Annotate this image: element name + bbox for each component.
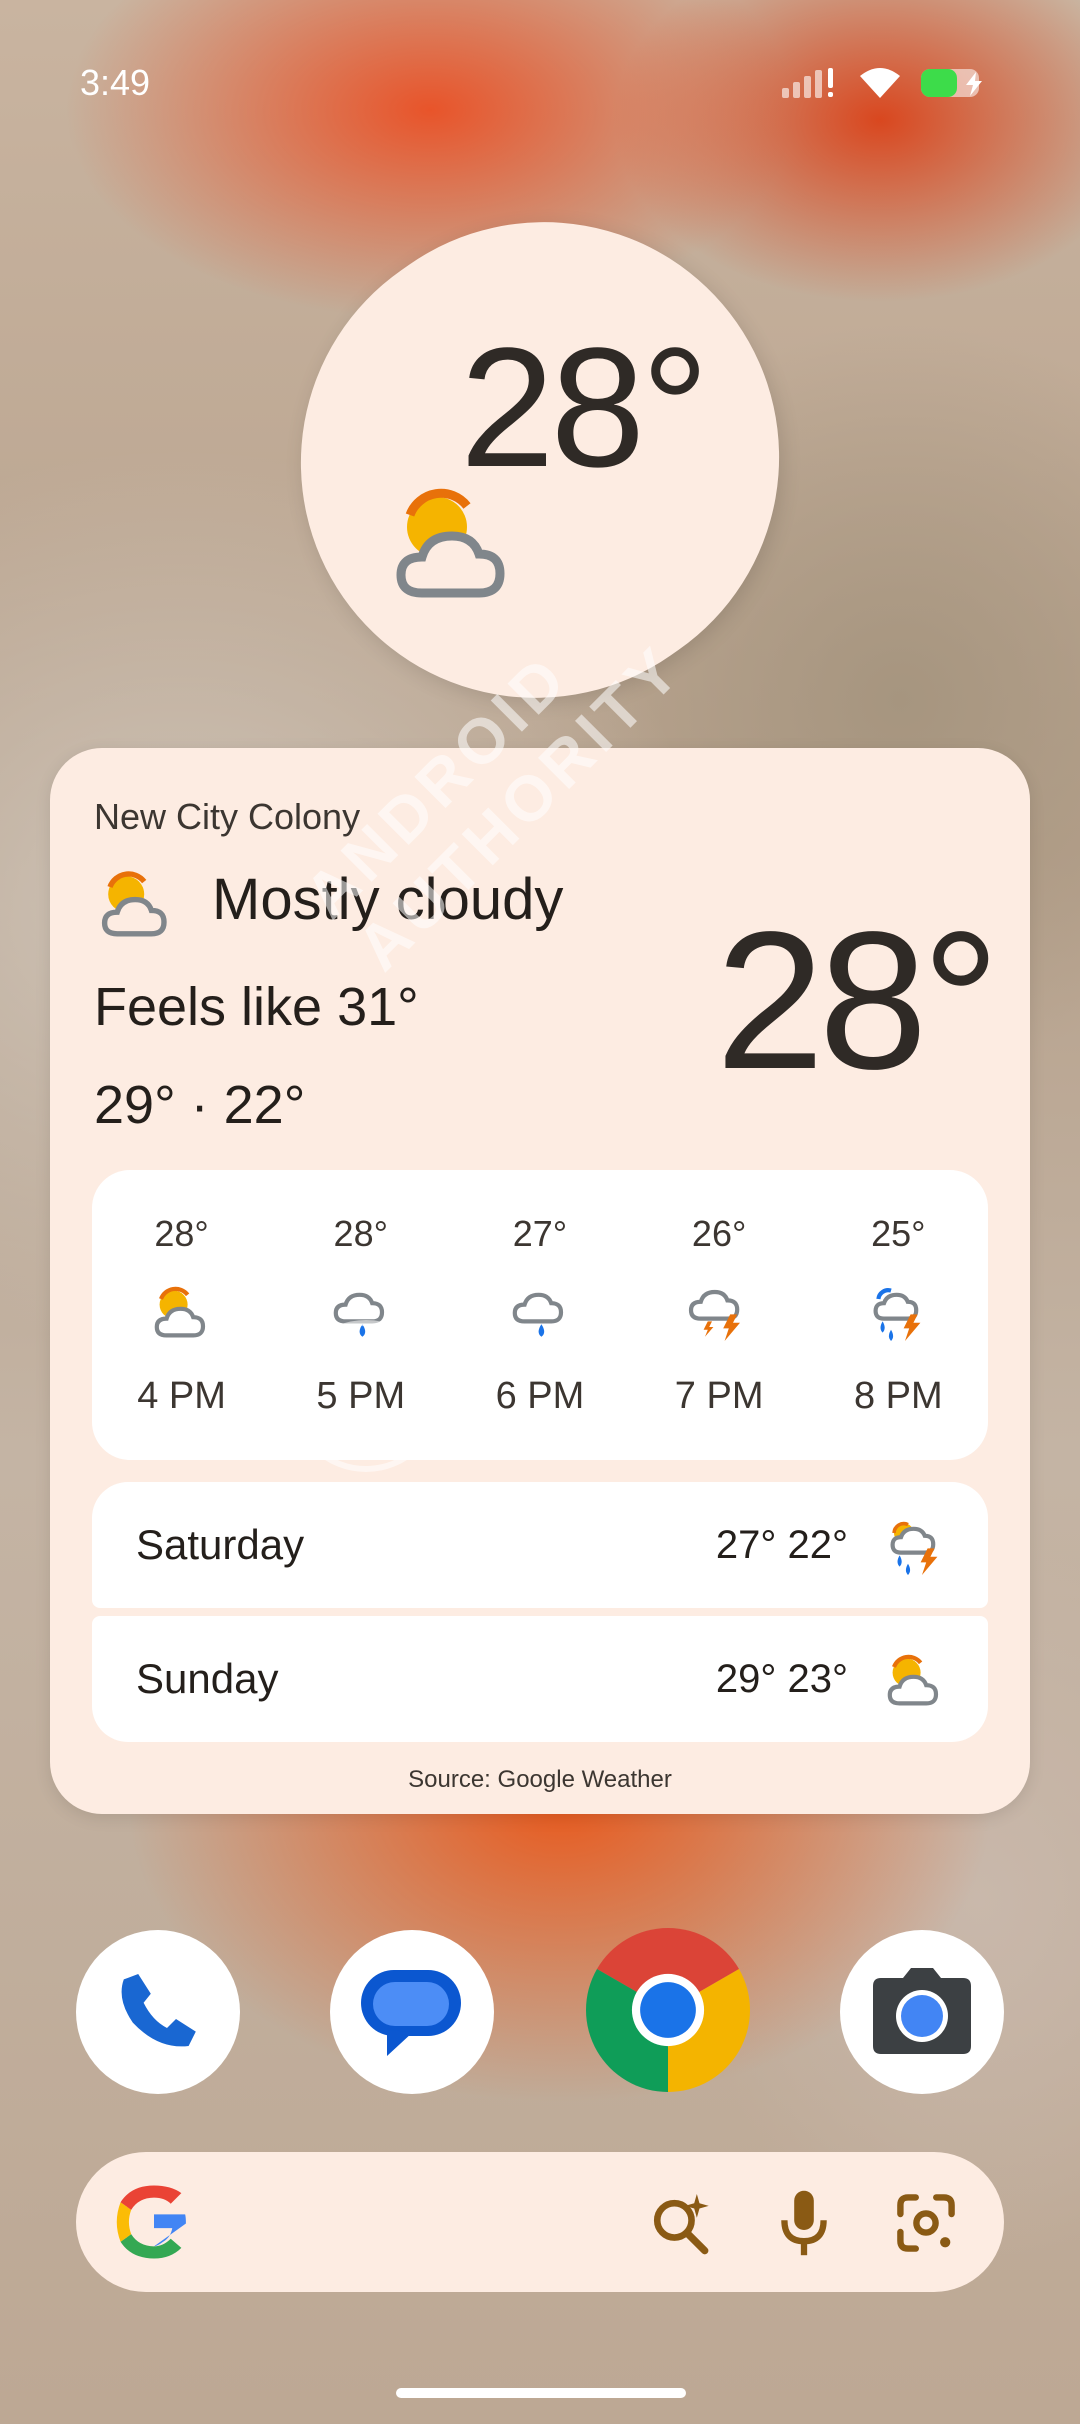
google-g-icon[interactable]: [116, 2184, 192, 2265]
hourly-temp: 28°: [154, 1212, 209, 1254]
chrome-icon: [586, 1927, 750, 2097]
location-label: New City Colony: [94, 796, 361, 837]
hourly-time: 8 PM: [853, 1374, 943, 1417]
status-icons: [780, 66, 990, 105]
hourly-time: 4 PM: [137, 1374, 226, 1417]
partly-cloudy-icon: [380, 470, 530, 625]
messages-icon: [357, 1960, 467, 2065]
day-name: Saturday: [136, 1521, 305, 1568]
hourly-item: 25° 8 PM: [818, 1213, 978, 1418]
weather-card[interactable]: New City Colony Mostly cloudy Feels like…: [50, 748, 1030, 1814]
hourly-time: 6 PM: [495, 1374, 585, 1417]
watermark-logo-icon: [290, 1320, 442, 1472]
signal-icon: [780, 66, 840, 105]
feels-like-text: Feels like 31°: [94, 977, 419, 1037]
hourly-item: 26° 7 PM: [639, 1213, 799, 1418]
lens-icon[interactable]: [894, 2191, 958, 2260]
daily-row-saturday[interactable]: Saturday 27° 22°: [92, 1482, 988, 1608]
battery-icon: [920, 66, 990, 105]
partly-cloudy-icon: [880, 1646, 950, 1721]
daily-row-sunday[interactable]: Sunday 29° 23°: [92, 1616, 988, 1742]
thunderstorm-icon: [684, 1273, 754, 1353]
hourly-temp: 25°: [871, 1212, 926, 1254]
search-actions: [648, 2188, 958, 2263]
hourly-time: 7 PM: [674, 1374, 764, 1417]
home-indicator[interactable]: [396, 2388, 686, 2398]
day-temps: 27° 22°: [715, 1522, 848, 1567]
camera-app-button[interactable]: [840, 1930, 1004, 2094]
status-bar: 3:49: [0, 0, 1080, 170]
hourly-item: 28° 4 PM: [102, 1213, 262, 1418]
partly-cloudy-icon: [147, 1273, 217, 1353]
rain-thunder-icon: [880, 1512, 950, 1587]
wifi-icon: [858, 66, 902, 105]
ai-search-icon[interactable]: [648, 2190, 714, 2261]
phone-icon: [113, 1965, 203, 2060]
hourly-item: 27° 6 PM: [460, 1213, 620, 1418]
high-low-text: 29° · 22°: [94, 1075, 306, 1135]
clock: 3:49: [80, 62, 151, 103]
hourly-temp: 26°: [691, 1212, 747, 1254]
mic-icon[interactable]: [776, 2188, 832, 2263]
day-name: Sunday: [136, 1655, 279, 1702]
hourly-temp: 28°: [333, 1212, 388, 1254]
partly-cloudy-icon: [92, 860, 182, 955]
rain-cloud-icon: [505, 1273, 575, 1353]
current-temperature: 28°: [715, 891, 1000, 1110]
source-label: Source: Google Weather: [408, 1766, 672, 1793]
day-temps: 29° 23°: [715, 1656, 848, 1701]
phone-app-button[interactable]: [76, 1930, 240, 2094]
hourly-forecast: 28° 4 PM 28° 5 PM 27° 6 PM 26° 7 PM 25° …: [92, 1170, 988, 1460]
messages-app-button[interactable]: [330, 1930, 494, 2094]
condition-text: Mostly cloudy: [212, 867, 564, 932]
rain-thunder-icon: [863, 1273, 933, 1353]
chrome-app-button[interactable]: [586, 1927, 750, 2097]
app-dock: [0, 1927, 1080, 2097]
google-search-bar[interactable]: [76, 2152, 1004, 2292]
hourly-temp: 27°: [512, 1212, 568, 1254]
camera-icon: [867, 1960, 977, 2065]
